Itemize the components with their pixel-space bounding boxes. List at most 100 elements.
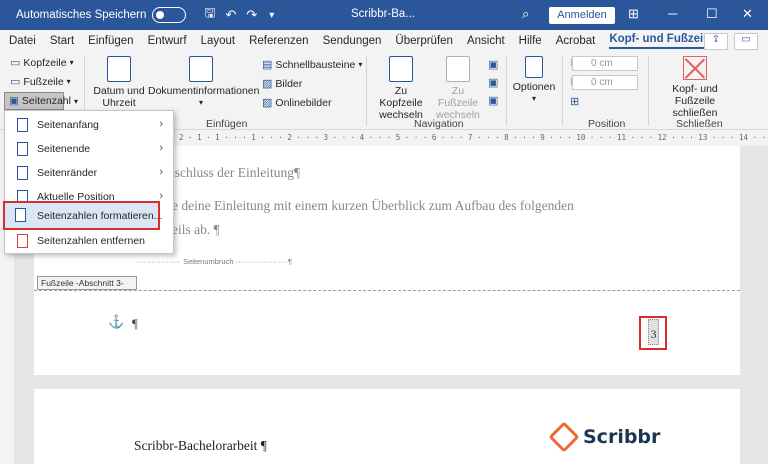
save-icon[interactable]: 🖫 — [204, 4, 215, 26]
tab-datei[interactable]: Datei — [9, 35, 36, 47]
remove-page-numbers-icon — [17, 234, 28, 248]
fusszeile-label: Fußzeile — [23, 75, 64, 88]
tab-hilfe[interactable]: Hilfe — [519, 35, 542, 47]
footer-icon: ▭ — [10, 76, 21, 88]
tab-entwurf[interactable]: Entwurf — [148, 35, 187, 47]
minimize-icon[interactable]: ─ — [668, 6, 677, 21]
kopf-fusszeile-schliessen-button[interactable]: Kopf- und Fußzeile schließen — [652, 56, 738, 119]
chevron-down-icon: ▾ — [66, 77, 71, 86]
document-title: Scribbr-Ba... — [351, 8, 415, 20]
chevron-down-icon: ▾ — [358, 60, 363, 69]
format-page-numbers-icon — [15, 208, 26, 222]
dokumentinfo-label: Dokumentinformationen — [148, 85, 260, 97]
onlinebilder-label: Onlinebilder — [275, 96, 332, 109]
go-to-footer-icon — [446, 56, 470, 82]
schliessen-btn-label: Kopf- und Fußzeile schließen — [672, 83, 718, 119]
datum-label: Datum und Uhrzeit — [93, 85, 145, 109]
ribbon-tabs: Datei Start Einfügen Entwurf Layout Refe… — [0, 30, 768, 52]
menu-item-seitenzahlen-entfernen[interactable]: Seitenzahlen entfernen — [5, 229, 173, 253]
header-position-spinner[interactable]: 0 cm — [572, 56, 638, 71]
dotted-line: ·····················¶ — [235, 257, 293, 266]
previous-icon[interactable]: ▣ — [488, 58, 498, 71]
logo-mark-icon — [548, 421, 580, 453]
page-number-menu: Seitenanfang › Seitenende › Seitenränder… — [4, 110, 174, 254]
next-icon[interactable]: ▣ — [488, 76, 498, 89]
schnellbausteine-button[interactable]: ▤ Schnellbausteine ▾ — [262, 58, 363, 72]
bilder-button[interactable]: ▨ Bilder — [262, 77, 303, 91]
menu-item-seitenende[interactable]: Seitenende › — [5, 137, 173, 161]
title-bar: Automatisches Speichern 🖫 ↶ ↷ ▾ Scribbr-… — [0, 0, 768, 30]
chevron-down-icon: ▾ — [531, 94, 536, 103]
close-icon[interactable]: ✕ — [742, 6, 753, 22]
tab-ueberpruefen[interactable]: Überprüfen — [395, 35, 453, 47]
tab-acrobat[interactable]: Acrobat — [556, 35, 596, 47]
tab-einfuegen[interactable]: Einfügen — [88, 35, 133, 47]
undo-icon[interactable]: ↶ — [225, 7, 236, 23]
quick-parts-icon: ▤ — [262, 59, 273, 71]
dokumentinformationen-button[interactable]: Dokumentinformationen ▾ — [148, 56, 259, 109]
page-margins-icon — [17, 166, 28, 180]
document-body-line: eils ab. ¶ — [172, 222, 220, 237]
page-number-icon: ▣ — [9, 95, 19, 107]
menu-item-seitenanfang[interactable]: Seitenanfang › — [5, 113, 173, 137]
fusszeile-button[interactable]: ▭ Fußzeile ▾ — [10, 75, 71, 89]
menu-item-seitenraender[interactable]: Seitenränder › — [5, 161, 173, 185]
chevron-right-icon: › — [159, 142, 163, 154]
picture-icon: ▨ — [262, 78, 273, 90]
go-to-header-icon — [389, 56, 413, 82]
divider — [506, 56, 507, 126]
maximize-icon[interactable]: ☐ — [706, 6, 718, 22]
search-icon[interactable]: ⌕ — [522, 6, 529, 22]
chevron-down-icon: ▾ — [73, 96, 78, 106]
share-icon[interactable]: ⇪ — [704, 33, 728, 50]
tab-ansicht[interactable]: Ansicht — [467, 35, 505, 47]
tab-kopf-und-fusszeile[interactable]: Kopf- und Fußzeile — [609, 33, 713, 49]
scribbr-logo: Scribbr — [548, 421, 660, 453]
close-header-footer-icon — [683, 56, 707, 80]
schliessen-group-label: Schließen — [676, 118, 723, 130]
menu-item-label: Seitenzahlen entfernen — [37, 235, 145, 247]
autosave-toggle[interactable] — [152, 7, 187, 23]
dotted-line: ·················· — [136, 257, 181, 266]
divider — [562, 56, 563, 126]
menu-item-label: Seitenzahlen formatieren... — [37, 210, 163, 222]
signin-button[interactable]: Anmelden — [549, 7, 615, 24]
seitenzahl-label: Seitenzahl — [21, 95, 71, 107]
footer-position-spinner[interactable]: 0 cm — [572, 75, 638, 90]
footer-section-tag: Fußzeile -Abschnitt 3- — [37, 276, 137, 290]
divider — [366, 56, 367, 126]
options-icon — [525, 56, 543, 78]
optionen-button[interactable]: Optionen ▾ — [510, 56, 558, 105]
page-top-icon — [17, 118, 28, 132]
footer-boundary — [34, 290, 740, 291]
datum-uhrzeit-button[interactable]: Datum und Uhrzeit — [90, 56, 148, 109]
display-options-icon[interactable]: ⊞ — [628, 6, 639, 22]
chevron-right-icon: › — [159, 166, 163, 178]
zu-kopfzeile-button[interactable]: Zu Kopfzeile wechseln — [372, 56, 430, 121]
page-number-field[interactable]: 3 — [648, 319, 659, 345]
document-body-line: e deine Einleitung mit einem kurzen Über… — [172, 198, 574, 213]
tab-start[interactable]: Start — [50, 35, 74, 47]
bilder-label: Bilder — [275, 77, 303, 90]
tab-sendungen[interactable]: Sendungen — [323, 35, 382, 47]
online-picture-icon: ▨ — [262, 97, 273, 109]
position-group-label: Position — [588, 118, 626, 130]
align-tab-icon[interactable]: ⊞ — [570, 95, 579, 108]
zu-kopfzeile-label: Zu Kopfzeile wechseln — [379, 85, 423, 121]
tab-referenzen[interactable]: Referenzen — [249, 35, 308, 47]
onlinebilder-button[interactable]: ▨ Onlinebilder — [262, 96, 332, 110]
tab-layout[interactable]: Layout — [201, 35, 236, 47]
menu-item-seitenzahlen-formatieren[interactable]: Seitenzahlen formatieren... — [3, 201, 163, 230]
customize-icon[interactable]: ▾ — [269, 10, 274, 21]
redo-icon[interactable]: ↷ — [246, 7, 257, 23]
zu-fusszeile-button[interactable]: Zu Fußzeile wechseln — [432, 56, 484, 121]
kopfzeile-button[interactable]: ▭ Kopfzeile ▾ — [10, 56, 74, 70]
seitenzahl-button[interactable]: ▣ Seitenzahl ▾ — [4, 92, 78, 110]
anchor-icon: ⚓ — [108, 314, 125, 329]
page2-title: Scribbr-Bachelorarbeit ¶ — [134, 438, 267, 453]
link-previous-icon[interactable]: ▣ — [488, 94, 498, 107]
menu-item-label: Seitenränder — [37, 167, 98, 179]
document-heading-line: bschluss der Einleitung¶ — [168, 165, 301, 180]
comments-icon[interactable]: ▭ — [734, 33, 758, 50]
navigation-group-label: Navigation — [414, 118, 464, 130]
